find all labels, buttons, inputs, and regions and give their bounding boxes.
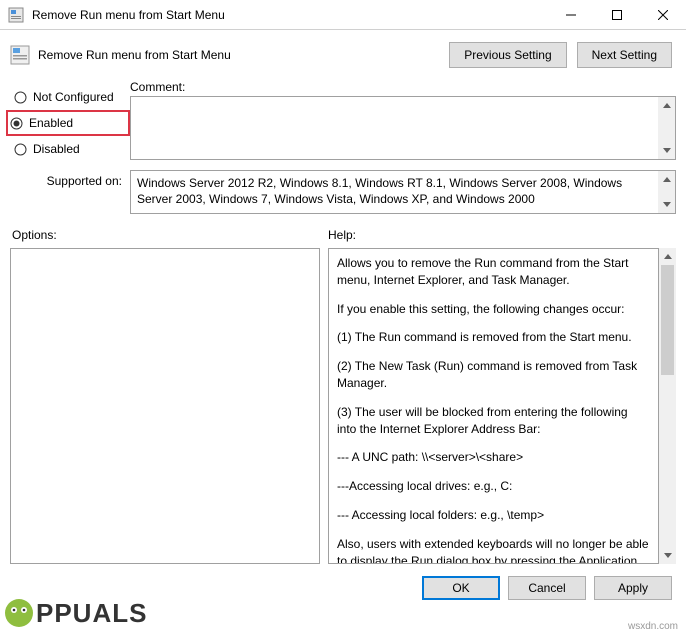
window-controls <box>548 0 686 29</box>
ok-button[interactable]: OK <box>422 576 500 600</box>
comment-textarea[interactable] <box>130 96 676 160</box>
window-title: Remove Run menu from Start Menu <box>32 8 548 22</box>
page-scrollbar[interactable] <box>659 248 676 564</box>
scroll-down-icon[interactable] <box>659 547 676 564</box>
watermark: wsxdn.com <box>628 621 678 632</box>
scroll-up-icon[interactable] <box>659 248 676 265</box>
brand-icon <box>2 596 36 630</box>
config-row: Not Configured Enabled Disabled Comment: <box>0 76 686 162</box>
brand-text: PPUALS <box>36 598 147 629</box>
panels-row: Allows you to remove the Run command fro… <box>0 244 686 564</box>
radio-checked-icon <box>10 117 23 130</box>
help-wrap: Allows you to remove the Run command fro… <box>328 248 676 564</box>
radio-label: Not Configured <box>33 90 114 104</box>
close-button[interactable] <box>640 0 686 29</box>
radio-enabled[interactable]: Enabled <box>6 110 130 136</box>
policy-subtitle: Remove Run menu from Start Menu <box>38 48 449 62</box>
help-text: (2) The New Task (Run) command is remove… <box>337 358 650 392</box>
header-row: Remove Run menu from Start Menu Previous… <box>0 30 686 76</box>
options-panel <box>10 248 320 564</box>
maximize-button[interactable] <box>594 0 640 29</box>
help-text: --- A UNC path: \\<server>\<share> <box>337 449 650 466</box>
comment-value <box>131 97 658 159</box>
help-text: ---Accessing local drives: e.g., C: <box>337 478 650 495</box>
help-text: (1) The Run command is removed from the … <box>337 329 650 346</box>
scroll-down-icon[interactable] <box>658 142 675 159</box>
policy-icon <box>8 7 24 23</box>
radio-disabled[interactable]: Disabled <box>10 136 130 162</box>
scroll-thumb[interactable] <box>661 265 674 375</box>
supported-text: Windows Server 2012 R2, Windows 8.1, Win… <box>131 171 658 213</box>
help-panel[interactable]: Allows you to remove the Run command fro… <box>328 248 659 564</box>
supported-label: Supported on: <box>10 170 130 214</box>
radio-unchecked-icon <box>14 91 27 104</box>
comment-label: Comment: <box>130 80 676 94</box>
apply-button[interactable]: Apply <box>594 576 672 600</box>
titlebar: Remove Run menu from Start Menu <box>0 0 686 30</box>
previous-setting-button[interactable]: Previous Setting <box>449 42 566 68</box>
supported-row: Supported on: Windows Server 2012 R2, Wi… <box>0 162 686 214</box>
brand-overlay: PPUALS <box>2 596 147 630</box>
radio-label: Disabled <box>33 142 80 156</box>
help-label: Help: <box>328 228 356 242</box>
radio-not-configured[interactable]: Not Configured <box>10 84 130 110</box>
supported-scrollbar[interactable] <box>658 171 675 213</box>
scroll-down-icon[interactable] <box>658 196 675 213</box>
help-text: Also, users with extended keyboards will… <box>337 536 650 564</box>
section-labels: Options: Help: <box>0 214 686 244</box>
options-label: Options: <box>12 228 328 242</box>
cancel-button[interactable]: Cancel <box>508 576 586 600</box>
state-radios: Not Configured Enabled Disabled <box>10 80 130 162</box>
help-text: (3) The user will be blocked from enteri… <box>337 404 650 438</box>
radio-unchecked-icon <box>14 143 27 156</box>
scroll-up-icon[interactable] <box>658 97 675 114</box>
supported-box: Windows Server 2012 R2, Windows 8.1, Win… <box>130 170 676 214</box>
nav-buttons: Previous Setting Next Setting <box>449 42 672 68</box>
help-text: --- Accessing local folders: e.g., \temp… <box>337 507 650 524</box>
radio-label: Enabled <box>29 116 73 130</box>
scroll-up-icon[interactable] <box>658 171 675 188</box>
help-text: Allows you to remove the Run command fro… <box>337 255 650 289</box>
help-text: If you enable this setting, the followin… <box>337 301 650 318</box>
comment-column: Comment: <box>130 80 676 162</box>
policy-header-icon <box>10 45 30 65</box>
next-setting-button[interactable]: Next Setting <box>577 42 672 68</box>
comment-scrollbar[interactable] <box>658 97 675 159</box>
minimize-button[interactable] <box>548 0 594 29</box>
